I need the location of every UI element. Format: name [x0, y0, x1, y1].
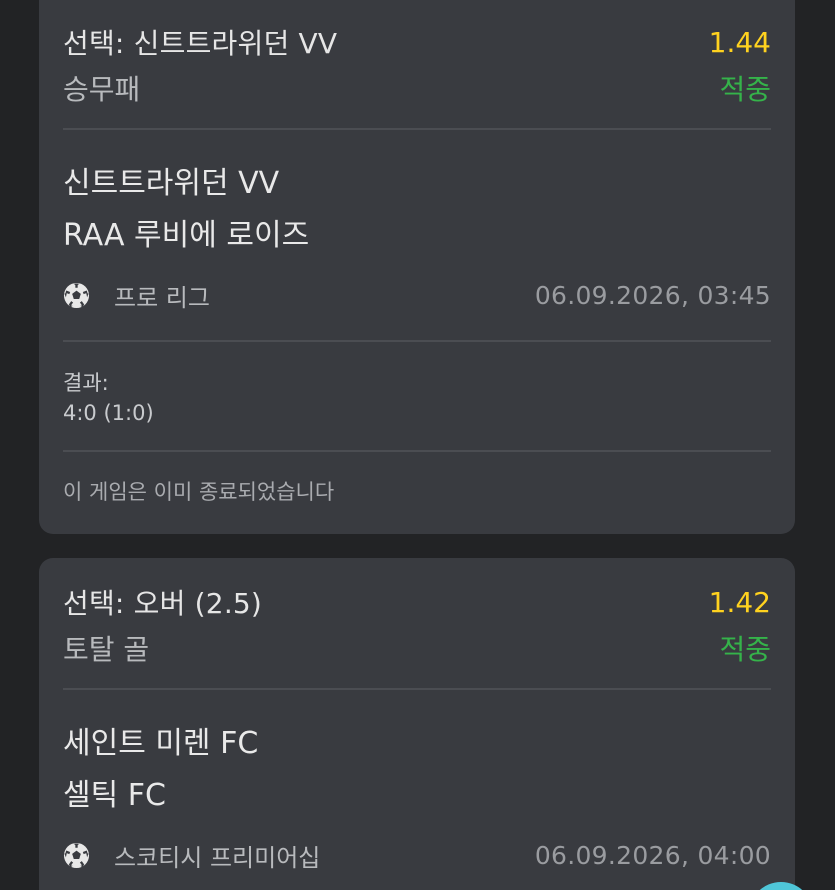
status-badge: 적중 [719, 633, 771, 666]
bet-card-1[interactable]: 선택: 신트트라위던 VV 1.44 승무패 적중 신트트라위던 VV RAA … [39, 0, 795, 534]
divider [63, 450, 771, 452]
bet-history-screen: 선택: 신트트라위던 VV 1.44 승무패 적중 신트트라위던 VV RAA … [0, 0, 835, 890]
market-row: 토탈 골 적중 [63, 630, 771, 666]
bet-card-2[interactable]: 선택: 오버 (2.5) 1.42 토탈 골 적중 세인트 미렌 FC 셀틱 F… [39, 558, 795, 890]
league-info: 스코티시 프리미어십 [63, 838, 320, 873]
selection-row: 선택: 오버 (2.5) 1.42 [63, 585, 771, 621]
result-label: 결과: [63, 371, 109, 395]
game-ended-note: 이 게임은 이미 종료되었습니다 [63, 480, 335, 504]
soccer-ball-icon [63, 282, 90, 308]
home-team: 신트트라위던 VV [63, 166, 280, 201]
result-score: 4:0 (1:0) [63, 401, 154, 425]
selection-label: 선택: 오버 (2.5) [63, 587, 263, 620]
away-team: RAA 루비에 로이즈 [63, 218, 310, 253]
league-row: 프로 리그 06.09.2026, 03:45 [63, 276, 771, 314]
league-name: 프로 리그 [114, 283, 210, 312]
match-teams: 세인트 미렌 FC 셀틱 FC [63, 718, 771, 822]
status-badge: 적중 [719, 73, 771, 106]
divider [63, 340, 771, 342]
market-label: 토탈 골 [63, 633, 150, 666]
selection-label: 선택: 신트트라위던 VV [63, 27, 338, 60]
market-label: 승무패 [63, 73, 141, 106]
divider [63, 128, 771, 130]
match-datetime: 06.09.2026, 03:45 [534, 280, 771, 310]
match-datetime: 06.09.2026, 04:00 [534, 840, 771, 870]
divider [63, 688, 771, 690]
soccer-ball-icon [63, 842, 90, 868]
home-team: 세인트 미렌 FC [63, 726, 259, 761]
market-row: 승무패 적중 [63, 70, 771, 106]
selection-row: 선택: 신트트라위던 VV 1.44 [63, 25, 771, 61]
away-team: 셀틱 FC [63, 778, 166, 813]
odds-value: 1.42 [708, 585, 771, 619]
match-teams: 신트트라위던 VV RAA 루비에 로이즈 [63, 158, 771, 262]
league-name: 스코티시 프리미어십 [114, 843, 321, 872]
league-row: 스코티시 프리미어십 06.09.2026, 04:00 [63, 836, 771, 874]
league-info: 프로 리그 [63, 278, 210, 313]
odds-value: 1.44 [708, 25, 771, 59]
